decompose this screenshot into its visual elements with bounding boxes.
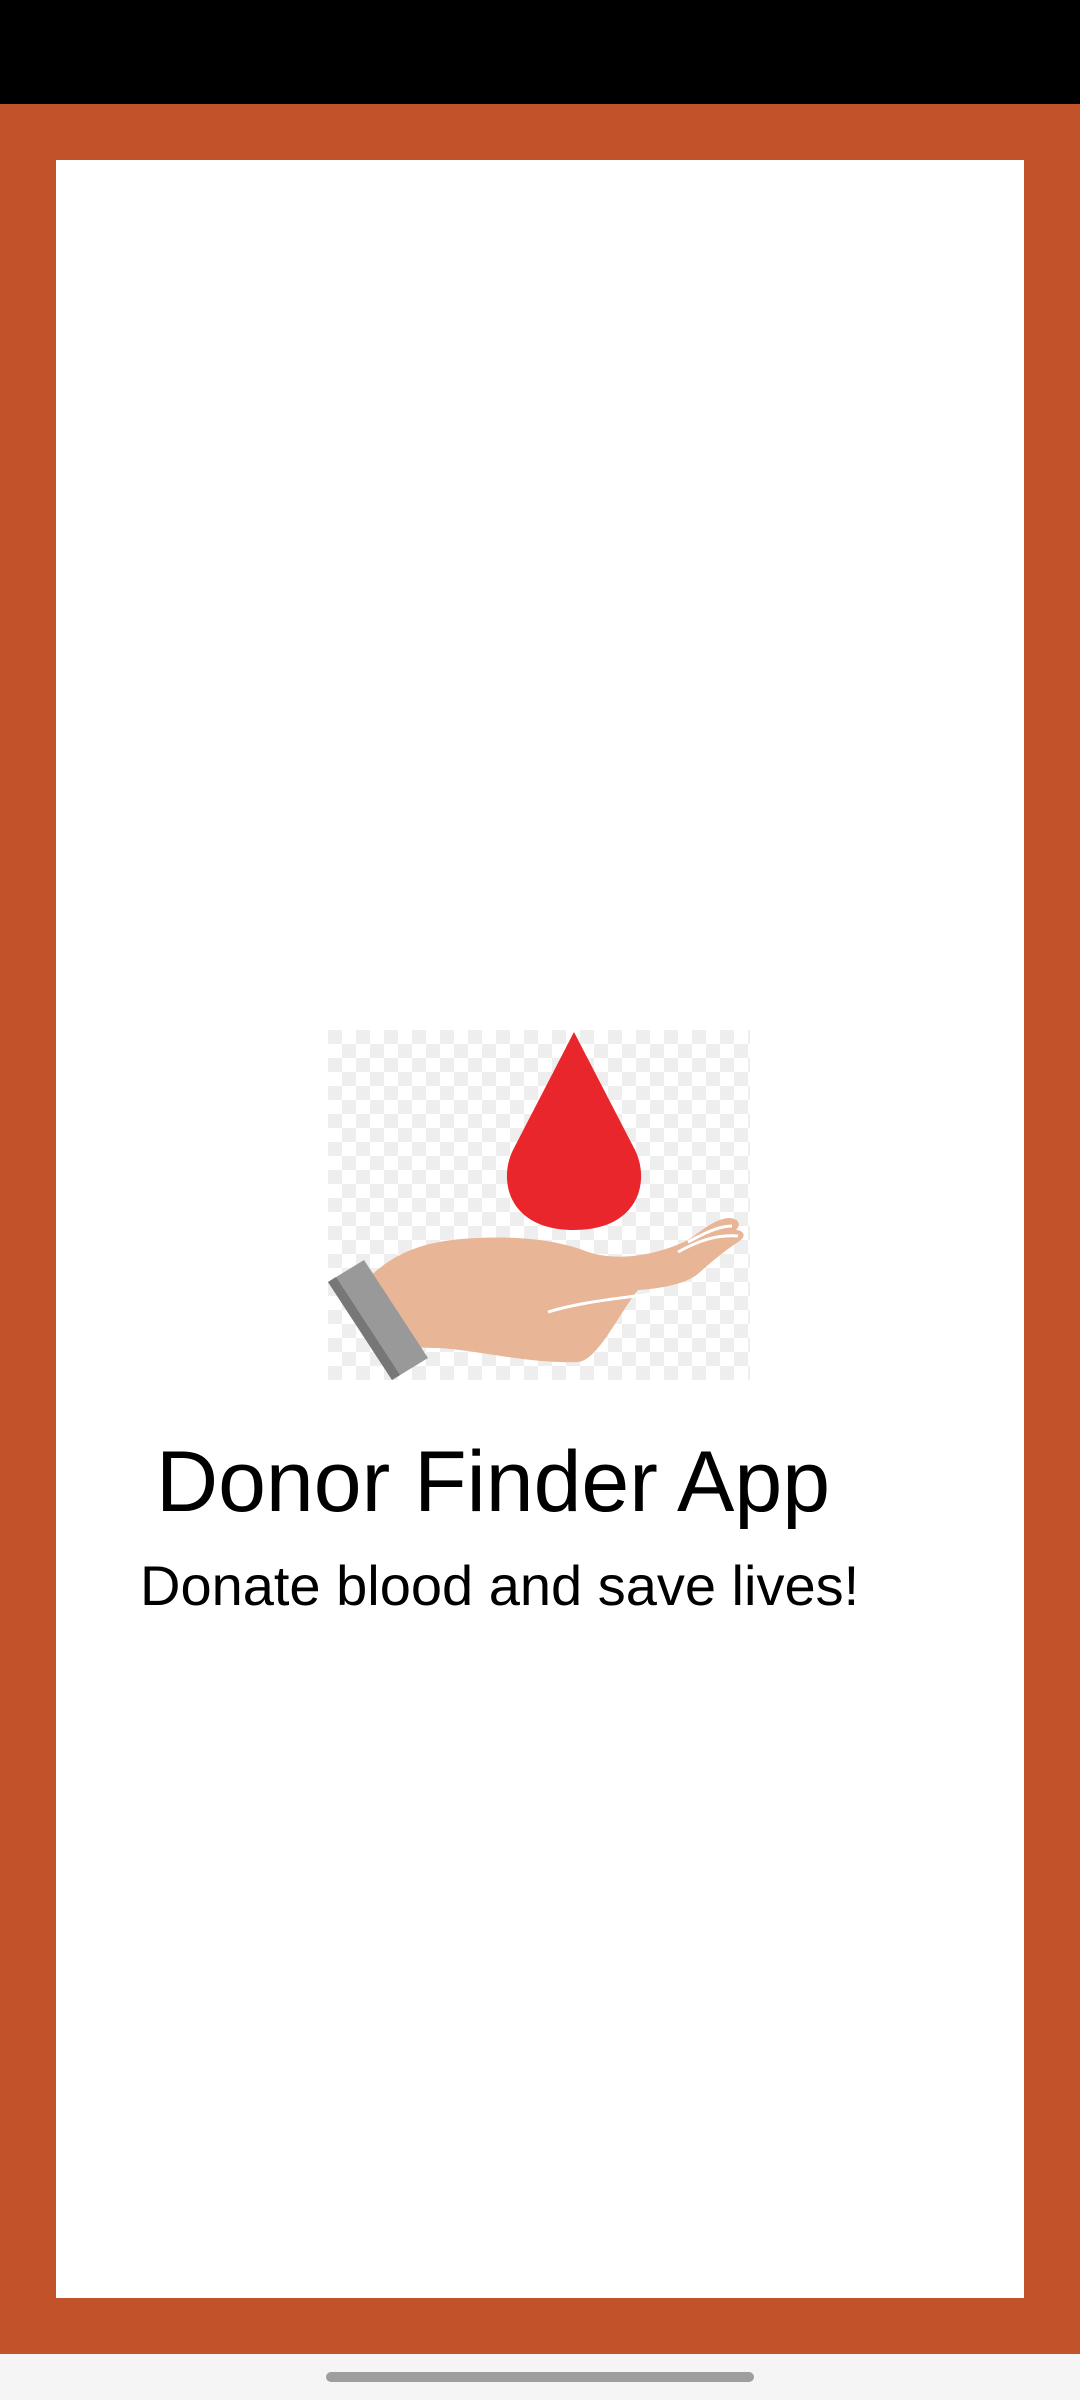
blood-drop-hand-icon: [328, 1030, 750, 1380]
splash-frame: Donor Finder App Donate blood and save l…: [0, 104, 1080, 2354]
home-indicator[interactable]: [326, 2372, 754, 2382]
app-title: Donor Finder App: [156, 1434, 831, 1530]
app-tagline: Donate blood and save lives!: [140, 1554, 860, 1617]
splash-card: Donor Finder App Donate blood and save l…: [56, 160, 1024, 2298]
status-bar: [0, 0, 1080, 104]
navigation-bar: [0, 2354, 1080, 2400]
